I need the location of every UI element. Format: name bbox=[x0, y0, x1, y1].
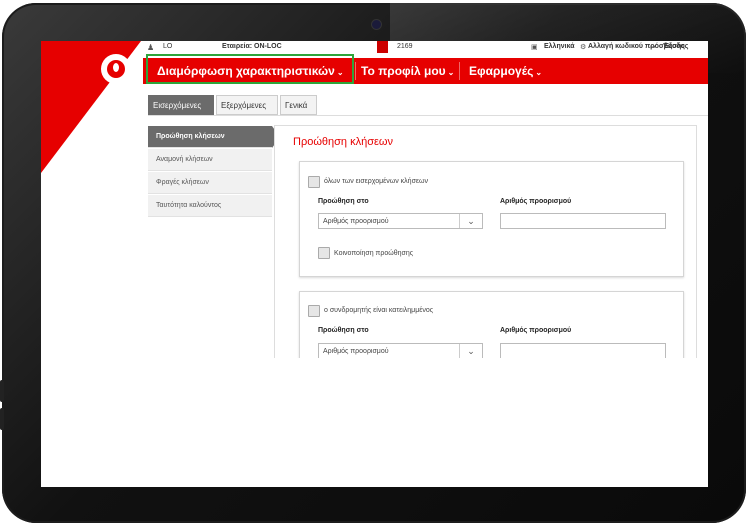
tabs-divider bbox=[148, 115, 708, 116]
nav-divider bbox=[355, 62, 356, 80]
forward-busy-label: ο συνδρομητής είναι κατειλημμένος bbox=[324, 307, 434, 314]
forward-to-value: Αριθμός προορισμού bbox=[323, 348, 389, 355]
book-icon bbox=[377, 41, 388, 53]
counter-value: 2169 bbox=[397, 43, 413, 50]
forward-all-label: όλων των εισερχομένων κλήσεων bbox=[324, 178, 428, 185]
chevron-down-icon: ⌄ bbox=[447, 68, 455, 77]
forward-to-label: Προώθηση στο bbox=[318, 327, 369, 334]
vodafone-logo-icon[interactable] bbox=[101, 54, 131, 84]
camera-icon bbox=[371, 19, 382, 30]
destination-number-input[interactable] bbox=[500, 213, 666, 229]
user-name: LO bbox=[163, 43, 173, 50]
nav-item-profile[interactable]: Το προφίλ μου ⌄ bbox=[361, 58, 454, 84]
nav-item-label: Το προφίλ μου bbox=[361, 64, 446, 78]
destination-label: Αριθμός προορισμού bbox=[500, 198, 572, 205]
tab-incoming[interactable]: Εισερχόμενες bbox=[148, 95, 214, 115]
chat-icon: ▣ bbox=[531, 44, 538, 51]
tablet-side-button bbox=[0, 408, 4, 430]
notify-label: Κοινοποίηση προώθησης bbox=[334, 250, 414, 257]
page-title: Προώθηση κλήσεων bbox=[293, 136, 394, 148]
destination-number-input[interactable] bbox=[500, 343, 666, 359]
user-icon: ♟ bbox=[147, 43, 155, 52]
tablet-side-button bbox=[0, 380, 4, 402]
top-utility-bar: ♟ LO Εταιρεία: ON-LOC 2169 ▣ Ελληνικά ⚙ … bbox=[41, 41, 708, 55]
highlight-box bbox=[146, 54, 354, 84]
forward-to-select[interactable]: Αριθμός προορισμού ⌄ bbox=[318, 213, 483, 229]
tab-general[interactable]: Γενικά bbox=[280, 95, 317, 115]
screen: ♟ LO Εταιρεία: ON-LOC 2169 ▣ Ελληνικά ⚙ … bbox=[41, 41, 708, 487]
destination-label: Αριθμός προορισμού bbox=[500, 327, 572, 334]
forward-to-value: Αριθμός προορισμού bbox=[323, 218, 389, 225]
chevron-down-icon: ⌄ bbox=[535, 68, 543, 77]
forward-all-checkbox[interactable] bbox=[308, 176, 320, 188]
nav-item-applications[interactable]: Εφαρμογές ⌄ bbox=[469, 58, 542, 84]
forward-to-select[interactable]: Αριθμός προορισμού ⌄ bbox=[318, 343, 483, 359]
chevron-down-icon: ⌄ bbox=[459, 214, 482, 228]
sidebar-item-caller-id[interactable]: Ταυτότητα καλούντος bbox=[148, 195, 272, 217]
chevron-down-icon: ⌄ bbox=[459, 344, 482, 358]
nav-divider bbox=[459, 62, 460, 80]
sidebar-item-call-forwarding[interactable]: Προώθηση κλήσεων bbox=[148, 126, 272, 148]
company-label: Εταιρεία: ON-LOC bbox=[222, 43, 282, 50]
exit-icon: ↦ bbox=[650, 44, 656, 51]
language-selector[interactable]: Ελληνικά bbox=[544, 43, 575, 50]
exit-link[interactable]: Έξοδος bbox=[663, 43, 688, 50]
settings-icon: ⚙ bbox=[580, 44, 587, 51]
forward-to-label: Προώθηση στο bbox=[318, 198, 369, 205]
sidebar-item-call-waiting[interactable]: Αναμονή κλήσεων bbox=[148, 149, 272, 171]
nav-item-label: Εφαρμογές bbox=[469, 64, 534, 78]
sidebar-item-call-barring[interactable]: Φραγές κλήσεων bbox=[148, 172, 272, 194]
notify-checkbox[interactable] bbox=[318, 247, 330, 259]
forward-busy-checkbox[interactable] bbox=[308, 305, 320, 317]
blank-screen-area bbox=[41, 358, 708, 487]
tab-outgoing[interactable]: Εξερχόμενες bbox=[216, 95, 278, 115]
